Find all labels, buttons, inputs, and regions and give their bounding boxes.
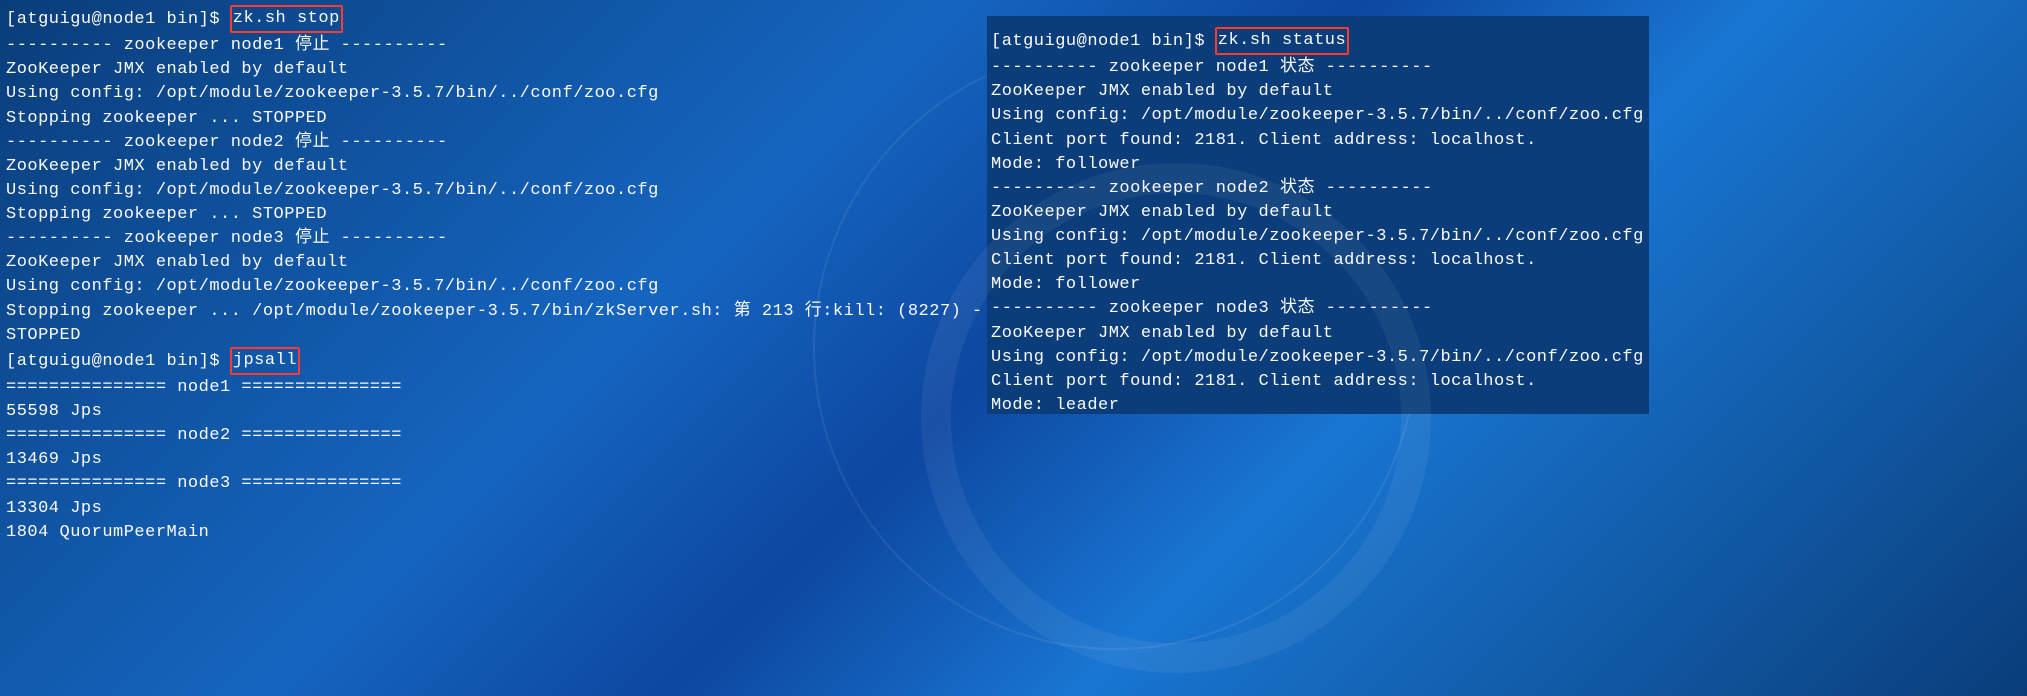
shell-prompt: [atguigu@node1 bin]$: [6, 352, 231, 371]
terminal-right[interactable]: [atguigu@node1 bin]$ zk.sh status ------…: [987, 16, 1649, 414]
output-line: Stopping zookeeper ... /opt/module/zooke…: [6, 300, 981, 324]
output-line: Stopping zookeeper ... STOPPED: [6, 203, 981, 227]
output-line: 1804 QuorumPeerMain: [6, 521, 981, 545]
output-line: Using config: /opt/module/zookeeper-3.5.…: [991, 225, 1649, 249]
output-line: Using config: /opt/module/zookeeper-3.5.…: [6, 275, 981, 299]
prompt-line-1: [atguigu@node1 bin]$ zk.sh stop: [6, 6, 981, 34]
output-line: Using config: /opt/module/zookeeper-3.5.…: [991, 346, 1649, 370]
output-line: STOPPED: [6, 324, 981, 348]
output-line: Mode: follower: [991, 153, 1649, 177]
output-line: 55598 Jps: [6, 400, 981, 424]
output-line: 13304 Jps: [6, 497, 981, 521]
output-line: ZooKeeper JMX enabled by default: [6, 251, 981, 275]
output-line: ZooKeeper JMX enabled by default: [991, 201, 1649, 225]
highlighted-command-jpsall: jpsall: [230, 347, 300, 375]
output-line: ---------- zookeeper node1 停止 ----------: [6, 34, 981, 58]
output-line: ---------- zookeeper node2 状态 ----------: [991, 177, 1649, 201]
output-line: Client port found: 2181. Client address:…: [991, 129, 1649, 153]
output-line: Using config: /opt/module/zookeeper-3.5.…: [991, 104, 1649, 128]
output-line: =============== node3 ===============: [6, 472, 981, 496]
output-line: =============== node2 ===============: [6, 424, 981, 448]
output-line: ---------- zookeeper node3 停止 ----------: [6, 227, 981, 251]
command-text: jpsall: [233, 351, 297, 370]
prompt-line-2: [atguigu@node1 bin]$ jpsall: [6, 348, 981, 376]
shell-prompt: [atguigu@node1 bin]$: [991, 32, 1216, 51]
command-text: zk.sh status: [1218, 31, 1346, 50]
output-line: ZooKeeper JMX enabled by default: [6, 58, 981, 82]
output-line: Mode: leader: [991, 394, 1649, 418]
output-line: ---------- zookeeper node1 状态 ----------: [991, 56, 1649, 80]
output-line: 13469 Jps: [6, 448, 981, 472]
output-line: Using config: /opt/module/zookeeper-3.5.…: [6, 82, 981, 106]
output-line: Using config: /opt/module/zookeeper-3.5.…: [6, 179, 981, 203]
highlighted-command-status: zk.sh status: [1215, 27, 1349, 55]
output-line: ZooKeeper JMX enabled by default: [991, 80, 1649, 104]
command-text: zk.sh stop: [233, 9, 340, 28]
output-line: =============== node1 ===============: [6, 376, 981, 400]
prompt-line-status: [atguigu@node1 bin]$ zk.sh status: [991, 28, 1649, 56]
output-line: ZooKeeper JMX enabled by default: [991, 322, 1649, 346]
output-line: ---------- zookeeper node3 状态 ----------: [991, 297, 1649, 321]
output-line: Client port found: 2181. Client address:…: [991, 249, 1649, 273]
output-line: Client port found: 2181. Client address:…: [991, 370, 1649, 394]
output-line: Stopping zookeeper ... STOPPED: [6, 107, 981, 131]
output-line: Mode: follower: [991, 273, 1649, 297]
shell-prompt: [atguigu@node1 bin]$: [6, 10, 231, 29]
terminal-left[interactable]: [atguigu@node1 bin]$ zk.sh stop --------…: [6, 6, 981, 545]
output-line: ---------- zookeeper node2 停止 ----------: [6, 131, 981, 155]
output-line: ZooKeeper JMX enabled by default: [6, 155, 981, 179]
highlighted-command-stop: zk.sh stop: [230, 5, 343, 33]
